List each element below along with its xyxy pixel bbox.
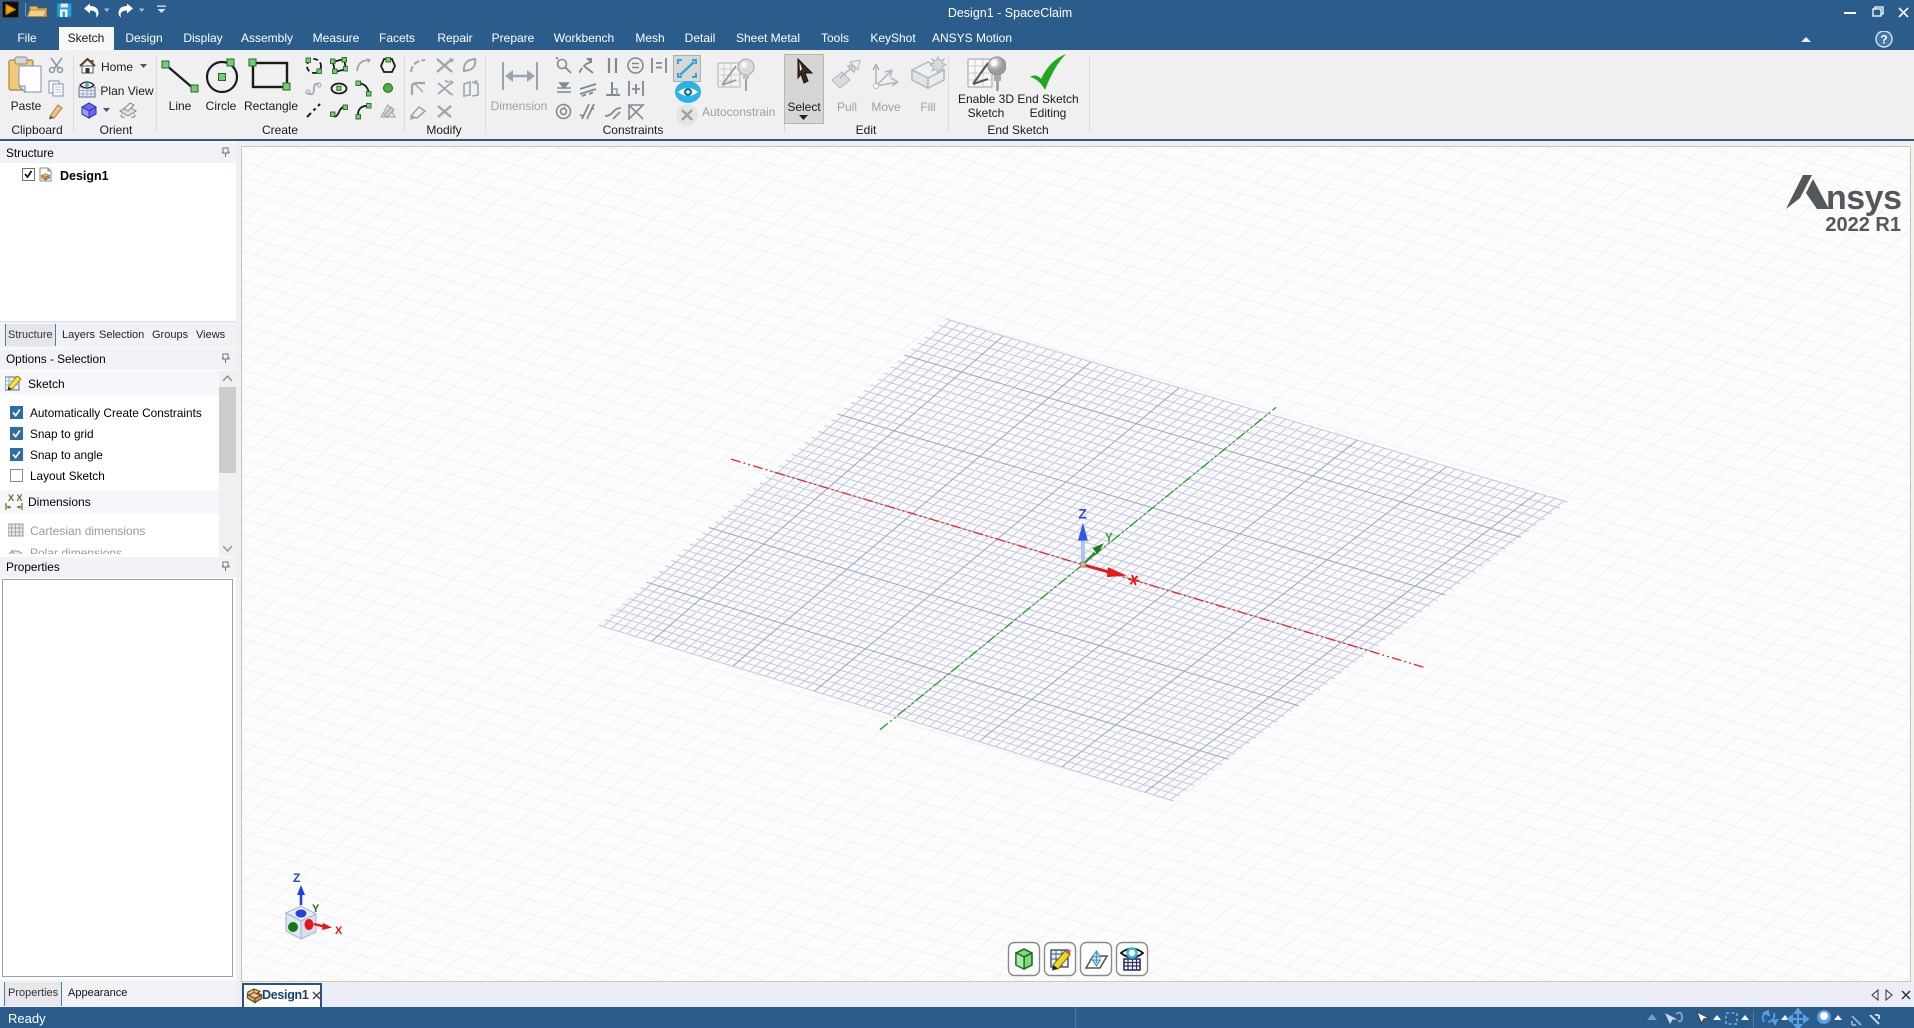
svg-text:2022 R1: 2022 R1 [1825,214,1901,236]
svg-text:X: X [335,925,343,937]
svg-text:Z: Z [293,871,300,885]
svg-text:X X: X X [8,493,23,503]
svg-text:?: ? [1880,33,1887,47]
svg-text:Z: Z [1078,506,1087,522]
svg-text:Y: Y [312,903,320,915]
svg-text:Y: Y [1105,531,1113,545]
svg-text:nsys: nsys [1826,179,1902,217]
